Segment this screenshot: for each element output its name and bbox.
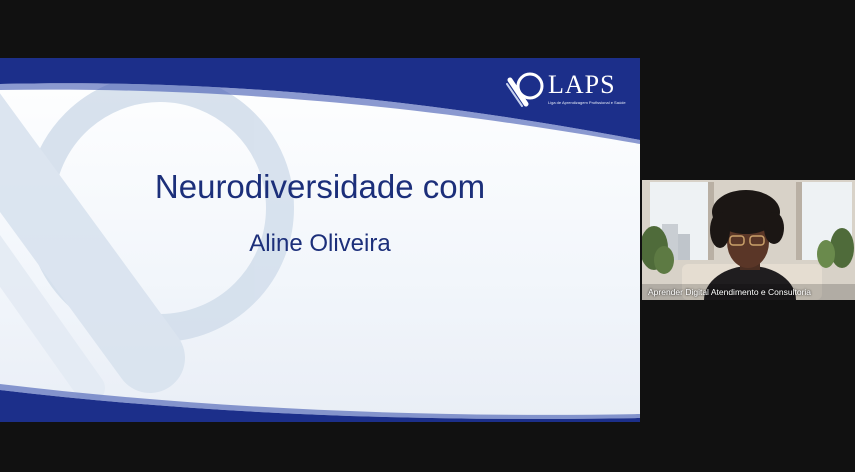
laps-logo: LAPS Liga de Aprendizagem Profissional e… xyxy=(506,68,626,112)
logo-subtitle: Liga de Aprendizagem Profissional e Saúd… xyxy=(548,100,626,105)
laps-magnifier-icon xyxy=(506,72,544,107)
slide-subtitle: Aline Oliveira xyxy=(249,230,391,257)
participant-name-label: Aprender Digital Atendimento e Consultor… xyxy=(648,287,812,297)
slide-title: Neurodiversidade com xyxy=(154,168,486,205)
logo-text: LAPS xyxy=(548,70,616,99)
participant-video xyxy=(642,180,855,300)
shared-slide: LAPS Liga de Aprendizagem Profissional e… xyxy=(0,58,640,422)
participant-video-tile[interactable]: Aprender Digital Atendimento e Consultor… xyxy=(642,180,855,300)
